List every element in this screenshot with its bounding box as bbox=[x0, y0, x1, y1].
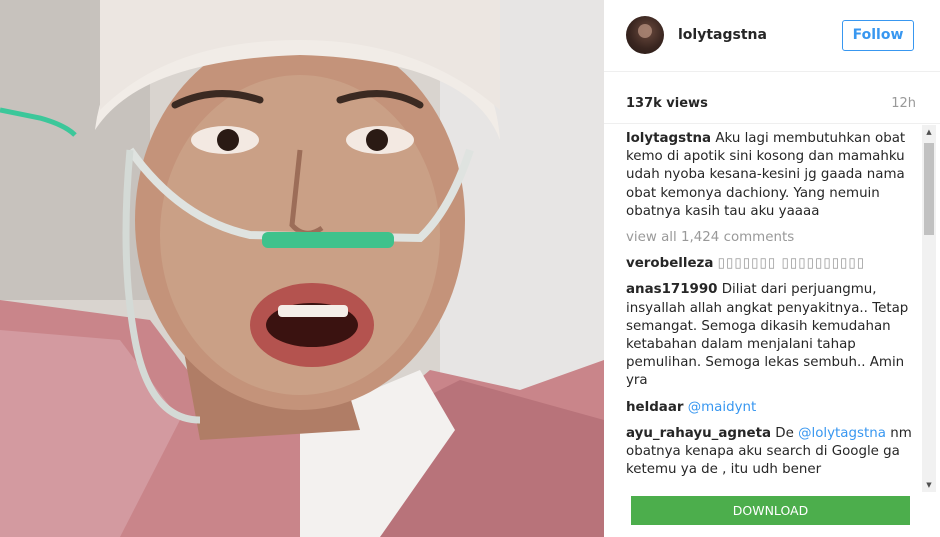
username-link[interactable]: lolytagstna bbox=[678, 27, 767, 43]
post-header: lolytagstna Follow bbox=[604, 0, 940, 72]
comment-username[interactable]: verobelleza bbox=[626, 256, 713, 271]
post-stats: 137k views 12h bbox=[604, 72, 940, 124]
avatar[interactable] bbox=[626, 16, 664, 54]
post-timestamp[interactable]: 12h bbox=[891, 96, 916, 111]
comment-username[interactable]: ayu_rahayu_agneta bbox=[626, 426, 771, 441]
comments-scrollbar[interactable]: ▲ ▼ bbox=[922, 125, 936, 492]
comment-item: anas171990 Diliat dari perjuangmu, insya… bbox=[626, 281, 916, 390]
comment-item: verobelleza ▯▯▯▯▯▯▯ ▯▯▯▯▯▯▯▯▯▯ bbox=[626, 255, 916, 273]
comment-mention[interactable]: @maidynt bbox=[688, 400, 757, 415]
download-button[interactable]: DOWNLOAD bbox=[631, 496, 910, 525]
comment-text: ▯▯▯▯▯▯▯ ▯▯▯▯▯▯▯▯▯▯ bbox=[717, 256, 866, 272]
comment-username[interactable]: heldaar bbox=[626, 400, 683, 415]
caption-username[interactable]: lolytagstna bbox=[626, 131, 711, 146]
scroll-down-arrow-icon[interactable]: ▼ bbox=[922, 478, 936, 492]
comment-text: Diliat dari perjuangmu, insyallah allah … bbox=[626, 282, 909, 389]
caption: lolytagstna Aku lagi membutuhkan obat ke… bbox=[626, 130, 916, 221]
comment-username[interactable]: anas171990 bbox=[626, 282, 717, 297]
comment-item: heldaar @maidynt bbox=[626, 399, 916, 417]
photo-illustration bbox=[0, 0, 604, 537]
comment-mention[interactable]: @lolytagstna bbox=[798, 426, 886, 441]
view-count: 137k views bbox=[626, 96, 708, 111]
post-sidebar: lolytagstna Follow 137k views 12h lolyta… bbox=[604, 0, 940, 537]
follow-button[interactable]: Follow bbox=[842, 20, 914, 51]
view-all-comments-link[interactable]: view all 1,424 comments bbox=[626, 229, 916, 247]
scroll-up-arrow-icon[interactable]: ▲ bbox=[922, 125, 936, 139]
comment-list: lolytagstna Aku lagi membutuhkan obat ke… bbox=[626, 130, 916, 492]
comment-text: De bbox=[775, 425, 794, 441]
comment-item: ayu_rahayu_agneta De @lolytagstna nm oba… bbox=[626, 425, 916, 480]
post-photo[interactable] bbox=[0, 0, 604, 537]
scrollbar-thumb[interactable] bbox=[924, 143, 934, 235]
